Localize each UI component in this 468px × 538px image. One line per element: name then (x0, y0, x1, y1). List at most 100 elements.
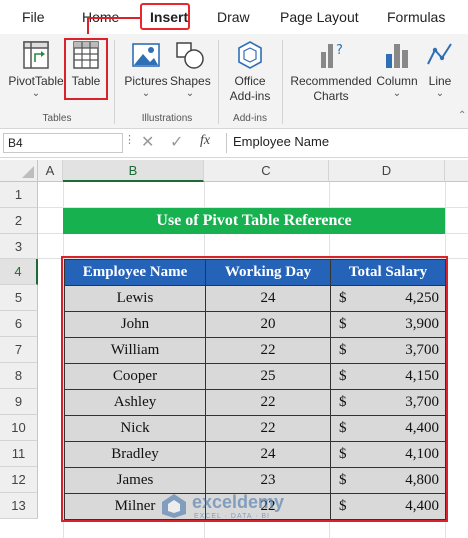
cell-salary[interactable]: $3,700 (330, 389, 446, 416)
cell-days[interactable]: 24 (205, 285, 331, 312)
office-addins-label-line2: Add-ins (229, 89, 271, 103)
currency-symbol: $ (339, 394, 347, 410)
row-header-5[interactable]: 5 (0, 285, 38, 311)
salary-value: 3,700 (405, 394, 439, 410)
currency-symbol: $ (339, 446, 347, 462)
group-label-illustrations: Illustrations (141, 113, 193, 124)
cell-salary[interactable]: $4,400 (330, 415, 446, 442)
cell-name[interactable]: William (64, 337, 206, 364)
name-box[interactable]: B4 (3, 133, 123, 153)
line-chart-button[interactable]: Line ⌄ (420, 40, 460, 99)
row-header-4[interactable]: 4 (0, 259, 38, 285)
cell-name[interactable]: Ashley (64, 389, 206, 416)
row-header-13[interactable]: 13 (0, 493, 38, 519)
table-row: Ashley 22 $3,700 (64, 389, 446, 416)
recommended-charts-button[interactable]: ? Recommended Charts (288, 40, 374, 104)
currency-symbol: $ (339, 290, 347, 306)
currency-symbol: $ (339, 420, 347, 436)
namebox-dropdown-icon[interactable]: ⋮ (124, 133, 135, 146)
row-header-8[interactable]: 8 (0, 363, 38, 389)
salary-value: 4,800 (405, 472, 439, 488)
row-header-7[interactable]: 7 (0, 337, 38, 363)
fx-icon[interactable]: fx (200, 133, 210, 149)
row-header-1[interactable]: 1 (0, 182, 38, 208)
row-header-3[interactable]: 3 (0, 234, 38, 259)
salary-value: 4,400 (405, 498, 439, 514)
cell-days[interactable]: 20 (205, 311, 331, 338)
group-label-tables: Tables (42, 113, 72, 124)
column-header-e[interactable] (445, 160, 468, 182)
cell-salary[interactable]: $3,700 (330, 337, 446, 364)
line-chart-icon (427, 43, 452, 65)
cell-salary[interactable]: $4,800 (330, 467, 446, 494)
cell-name[interactable]: Cooper (64, 363, 206, 390)
shapes-label: Shapes (170, 74, 211, 88)
cell-name[interactable]: Nick (64, 415, 206, 442)
cell-name[interactable]: Bradley (64, 441, 206, 468)
pictures-button[interactable]: Pictures ⌄ (122, 40, 170, 99)
table-row: Cooper 25 $4,150 (64, 363, 446, 390)
header-total-salary[interactable]: Total Salary (330, 259, 446, 286)
cell-name[interactable]: John (64, 311, 206, 338)
svg-text:?: ? (336, 43, 343, 58)
group-separator (218, 40, 219, 124)
confirm-icon[interactable]: ✓ (170, 132, 183, 152)
chevron-down-icon: ⌄ (141, 88, 151, 99)
row-header-10[interactable]: 10 (0, 415, 38, 441)
column-header-b[interactable]: B (63, 160, 204, 182)
recommended-charts-label-line1: Recommended (290, 74, 372, 88)
watermark-brand: exceldemy (192, 492, 285, 512)
cell-days[interactable]: 25 (205, 363, 331, 390)
column-header-d[interactable]: D (329, 160, 445, 182)
recommended-charts-label-line2: Charts (313, 89, 349, 103)
salary-value: 4,400 (405, 420, 439, 436)
formula-input[interactable]: Employee Name (226, 133, 468, 153)
cancel-icon[interactable]: ✕ (141, 132, 154, 152)
table-row: Bradley 24 $4,100 (64, 441, 446, 468)
cell-name[interactable]: Lewis (64, 285, 206, 312)
cell-salary[interactable]: $3,900 (330, 311, 446, 338)
row-header-9[interactable]: 9 (0, 389, 38, 415)
table-row: Lewis 24 $4,250 (64, 285, 446, 312)
currency-symbol: $ (339, 472, 347, 488)
cell-days[interactable]: 22 (205, 337, 331, 364)
cell-days[interactable]: 22 (205, 415, 331, 442)
exceldemy-logo-icon (162, 494, 186, 518)
table-row: Nick 22 $4,400 (64, 415, 446, 442)
currency-symbol: $ (339, 498, 347, 514)
watermark-tagline: EXCEL · DATA · BI (194, 513, 270, 520)
office-addins-label-line1: Office (234, 74, 266, 88)
row-header-12[interactable]: 12 (0, 467, 38, 493)
recommended-charts-icon: ? (321, 43, 343, 68)
office-addins-button[interactable]: Office Add-ins (224, 40, 276, 104)
table-button[interactable]: Table (66, 40, 106, 89)
currency-symbol: $ (339, 368, 347, 384)
salary-value: 3,700 (405, 342, 439, 358)
cell-salary[interactable]: $4,150 (330, 363, 446, 390)
row-header-6[interactable]: 6 (0, 311, 38, 337)
cell-days[interactable]: 22 (205, 389, 331, 416)
salary-value: 3,900 (405, 316, 439, 332)
column-chart-button[interactable]: Column ⌄ (374, 40, 420, 99)
row-header-11[interactable]: 11 (0, 441, 38, 467)
select-all-icon (22, 166, 34, 178)
select-all-corner[interactable] (0, 160, 38, 182)
cell-days[interactable]: 24 (205, 441, 331, 468)
salary-value: 4,150 (405, 368, 439, 384)
table-header-row: Employee Name Working Day Total Salary (64, 259, 446, 286)
pivottable-button[interactable]: PivotTable ⌄ (6, 40, 66, 99)
group-separator (282, 40, 283, 124)
column-header-c[interactable]: C (204, 160, 329, 182)
cell-salary[interactable]: $4,250 (330, 285, 446, 312)
column-header-a[interactable]: A (38, 160, 63, 182)
header-working-day[interactable]: Working Day (205, 259, 331, 286)
cell-salary[interactable]: $4,100 (330, 441, 446, 468)
group-label-addins: Add-ins (233, 113, 267, 124)
column-label: Column (376, 74, 418, 88)
row-header-2[interactable]: 2 (0, 208, 38, 234)
shapes-button[interactable]: Shapes ⌄ (170, 40, 211, 99)
ribbon-scroll-icon[interactable]: ⌃ (458, 110, 466, 121)
header-employee-name[interactable]: Employee Name (64, 259, 206, 286)
cell-salary[interactable]: $4,400 (330, 493, 446, 520)
sheet-title[interactable]: Use of Pivot Table Reference (63, 208, 445, 234)
